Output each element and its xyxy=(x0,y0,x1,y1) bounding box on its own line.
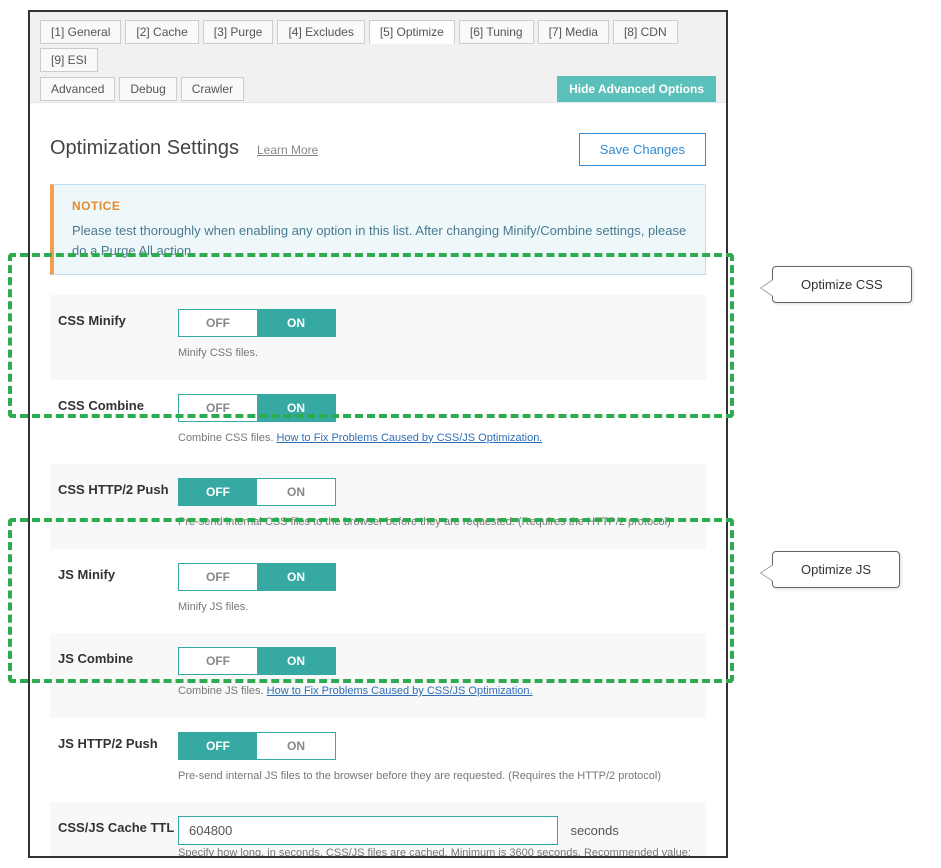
tab-optimize[interactable]: [5] Optimize xyxy=(369,20,455,44)
help-cache-ttl-text: Specify how long, in seconds, CSS/JS fil… xyxy=(178,847,691,858)
help-text-prefix: Combine CSS files. xyxy=(178,432,276,444)
label-css-combine: CSS Combine xyxy=(58,394,178,447)
input-cache-ttl[interactable] xyxy=(178,816,558,845)
tab-esi[interactable]: [9] ESI xyxy=(40,48,98,72)
row-js-minify: JS Minify OFF ON Minify JS files. xyxy=(50,549,706,634)
label-js-minify: JS Minify xyxy=(58,563,178,616)
toggle-js-minify[interactable]: OFF ON xyxy=(178,563,336,591)
tabs-secondary: Advanced Debug Crawler Hide Advanced Opt… xyxy=(30,72,726,102)
tab-advanced[interactable]: Advanced xyxy=(40,77,115,101)
help-text-prefix: Combine JS files. xyxy=(178,685,267,697)
label-css-http2: CSS HTTP/2 Push xyxy=(58,478,178,531)
label-cache-ttl: CSS/JS Cache TTL xyxy=(58,816,178,858)
toggle-on[interactable]: ON xyxy=(257,310,335,336)
toggle-off[interactable]: OFF xyxy=(179,310,257,336)
help-js-minify: Minify JS files. xyxy=(178,599,698,616)
tab-excludes[interactable]: [4] Excludes xyxy=(277,20,364,44)
tab-purge[interactable]: [3] Purge xyxy=(203,20,274,44)
toggle-js-combine[interactable]: OFF ON xyxy=(178,647,336,675)
tab-cdn[interactable]: [8] CDN xyxy=(613,20,678,44)
toggle-on[interactable]: ON xyxy=(257,733,335,759)
row-cache-ttl: CSS/JS Cache TTL seconds Specify how lon… xyxy=(50,802,706,858)
toggle-css-http2[interactable]: OFF ON xyxy=(178,478,336,506)
toggle-on[interactable]: ON xyxy=(257,395,335,421)
help-link-css-combine[interactable]: How to Fix Problems Caused by CSS/JS Opt… xyxy=(276,432,542,444)
help-css-http2: Pre-send internal CSS files to the brows… xyxy=(178,514,698,531)
callout-optimize-js: Optimize JS xyxy=(772,551,900,588)
toggle-on[interactable]: ON xyxy=(257,479,335,505)
toggle-off[interactable]: OFF xyxy=(179,733,257,759)
row-js-http2: JS HTTP/2 Push OFF ON Pre-send internal … xyxy=(50,718,706,803)
tabs-primary: [1] General [2] Cache [3] Purge [4] Excl… xyxy=(30,12,726,72)
toggle-on[interactable]: ON xyxy=(257,648,335,674)
label-css-minify: CSS Minify xyxy=(58,309,178,362)
toggle-js-http2[interactable]: OFF ON xyxy=(178,732,336,760)
tab-tuning[interactable]: [6] Tuning xyxy=(459,20,534,44)
page-title: Optimization Settings xyxy=(50,137,239,160)
toggle-on[interactable]: ON xyxy=(257,564,335,590)
help-css-combine: Combine CSS files. How to Fix Problems C… xyxy=(178,430,698,447)
settings-panel: [1] General [2] Cache [3] Purge [4] Excl… xyxy=(28,10,728,858)
help-link-js-combine[interactable]: How to Fix Problems Caused by CSS/JS Opt… xyxy=(267,685,533,697)
header-row: Optimization Settings Learn More Save Ch… xyxy=(50,133,706,166)
notice-text: Please test thoroughly when enabling any… xyxy=(72,221,687,260)
row-js-combine: JS Combine OFF ON Combine JS files. How … xyxy=(50,633,706,718)
row-css-http2: CSS HTTP/2 Push OFF ON Pre-send internal… xyxy=(50,464,706,549)
learn-more-link[interactable]: Learn More xyxy=(257,143,318,157)
callout-optimize-css: Optimize CSS xyxy=(772,266,912,303)
toggle-off[interactable]: OFF xyxy=(179,479,257,505)
help-js-http2: Pre-send internal JS files to the browse… xyxy=(178,768,698,785)
help-css-minify: Minify CSS files. xyxy=(178,345,698,362)
settings-table: CSS Minify OFF ON Minify CSS files. CSS … xyxy=(50,295,706,858)
row-css-minify: CSS Minify OFF ON Minify CSS files. xyxy=(50,295,706,380)
tab-cache[interactable]: [2] Cache xyxy=(125,20,198,44)
tab-media[interactable]: [7] Media xyxy=(538,20,609,44)
tab-general[interactable]: [1] General xyxy=(40,20,121,44)
label-js-combine: JS Combine xyxy=(58,647,178,700)
row-css-combine: CSS Combine OFF ON Combine CSS files. Ho… xyxy=(50,380,706,465)
tab-crawler[interactable]: Crawler xyxy=(181,77,244,101)
content-area: Optimization Settings Learn More Save Ch… xyxy=(30,102,726,858)
save-changes-button[interactable]: Save Changes xyxy=(579,133,706,166)
toggle-off[interactable]: OFF xyxy=(179,648,257,674)
toggle-css-combine[interactable]: OFF ON xyxy=(178,394,336,422)
toggle-off[interactable]: OFF xyxy=(179,395,257,421)
hide-advanced-button[interactable]: Hide Advanced Options xyxy=(557,76,716,102)
toggle-css-minify[interactable]: OFF ON xyxy=(178,309,336,337)
label-js-http2: JS HTTP/2 Push xyxy=(58,732,178,785)
tab-debug[interactable]: Debug xyxy=(119,77,176,101)
notice-title: NOTICE xyxy=(72,199,687,213)
help-cache-ttl: Specify how long, in seconds, CSS/JS fil… xyxy=(178,845,698,858)
notice-box: NOTICE Please test thoroughly when enabl… xyxy=(50,184,706,275)
toggle-off[interactable]: OFF xyxy=(179,564,257,590)
help-js-combine: Combine JS files. How to Fix Problems Ca… xyxy=(178,683,698,700)
unit-seconds: seconds xyxy=(570,823,618,838)
